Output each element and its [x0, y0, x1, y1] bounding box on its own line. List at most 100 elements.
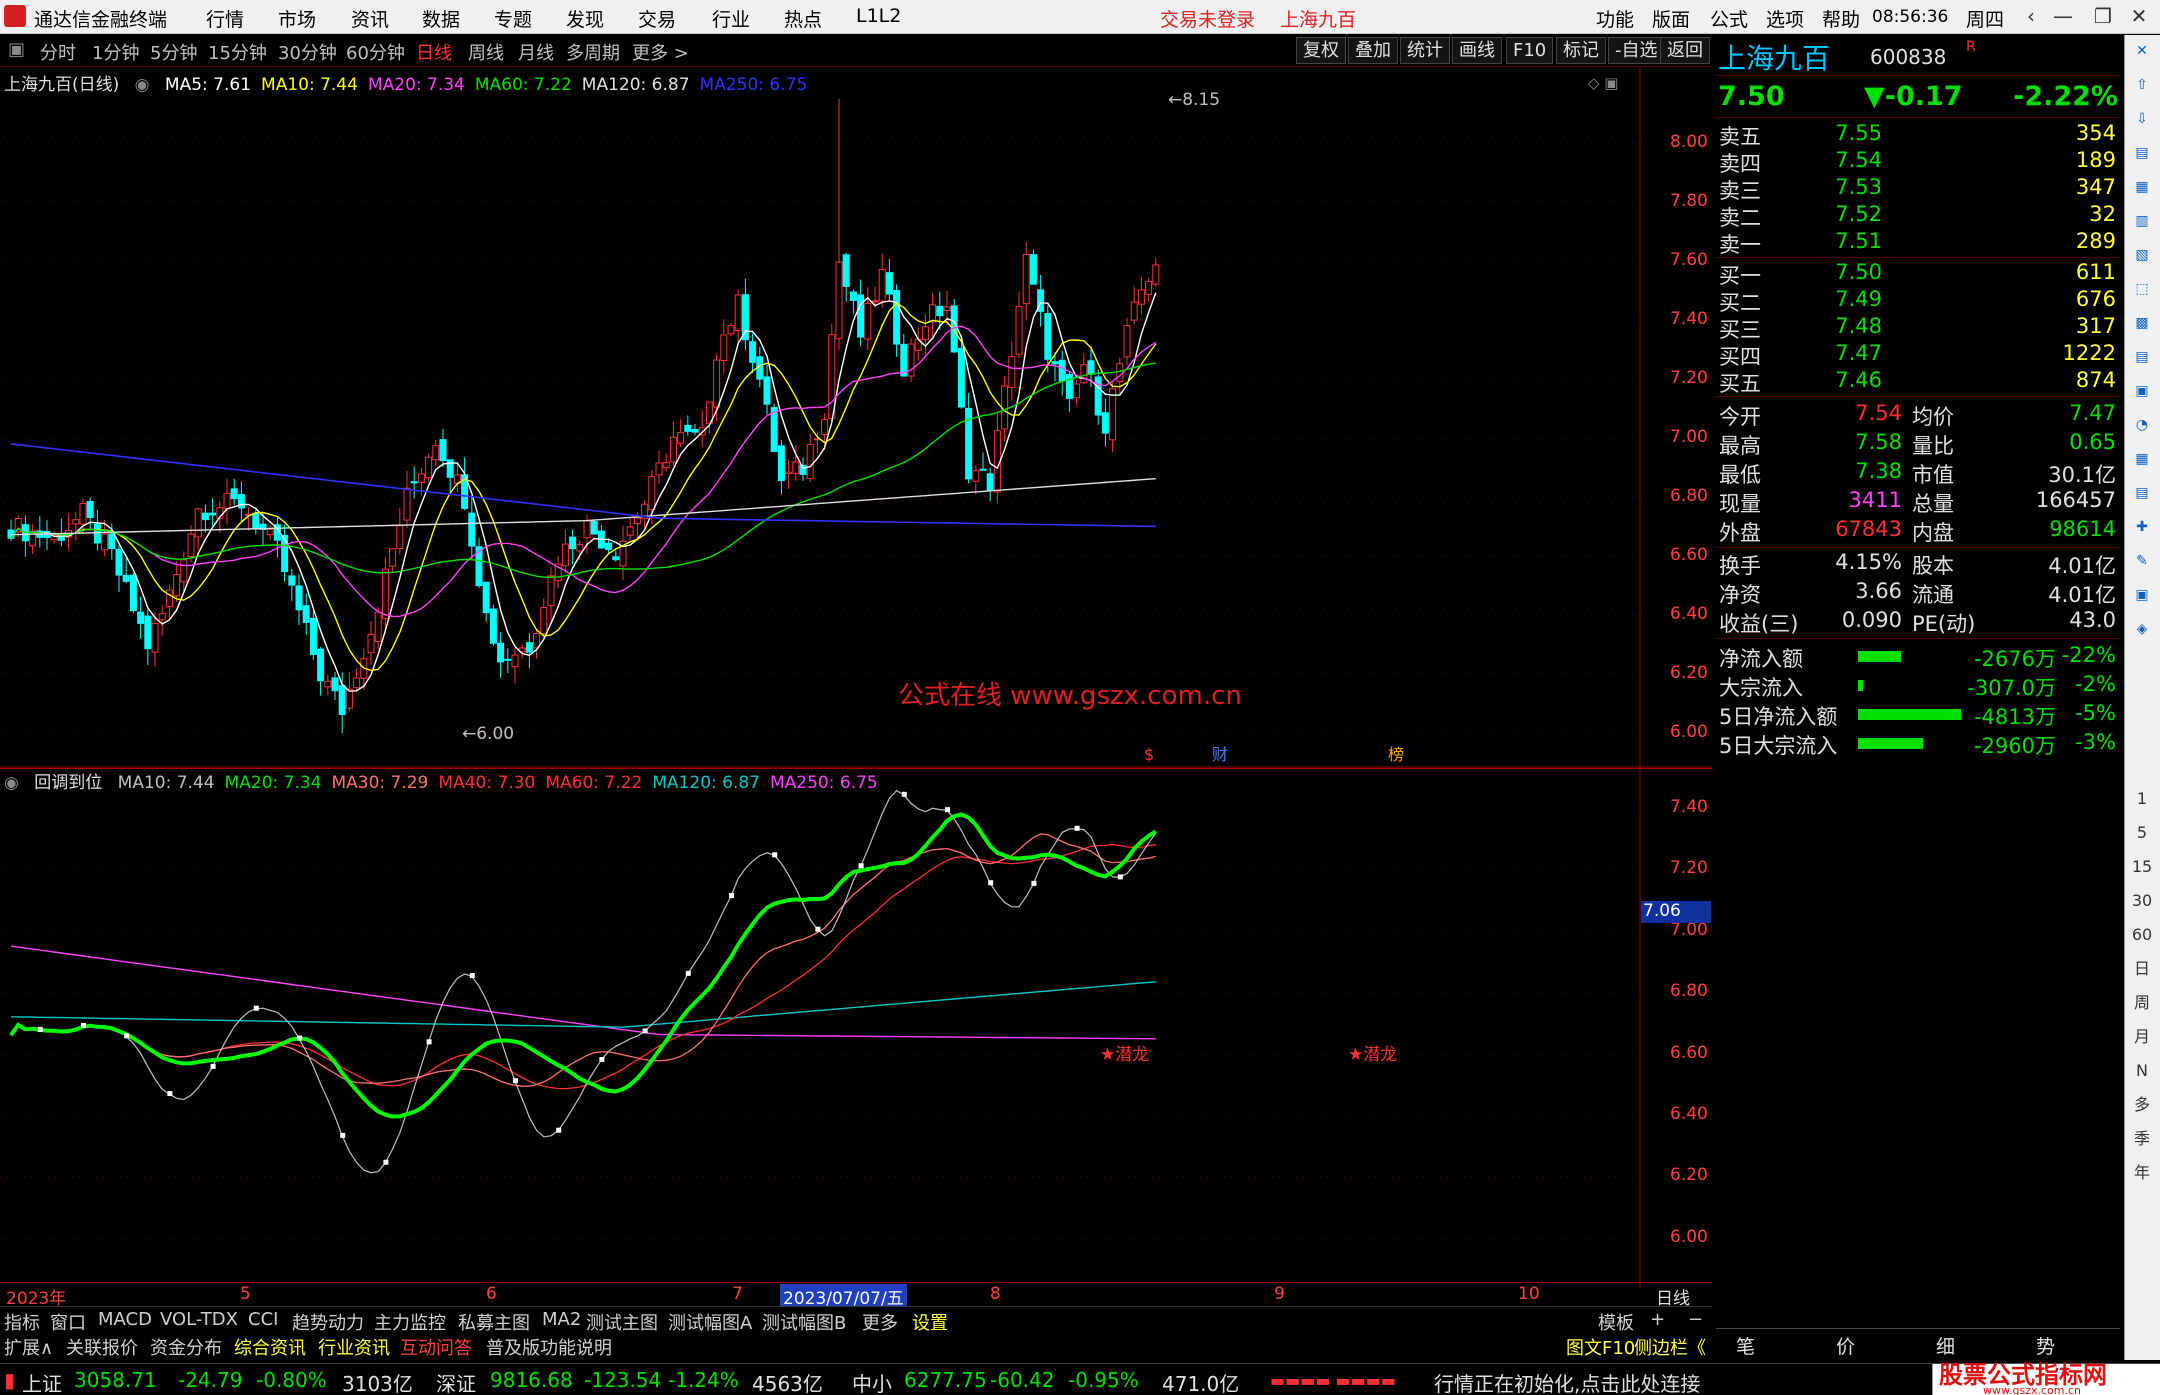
- tool-icon-13[interactable]: ▤: [2130, 481, 2154, 505]
- tool-icon-3[interactable]: ▤: [2130, 141, 2154, 165]
- bid-row[interactable]: 买一 7.50 611: [1716, 260, 2120, 288]
- toolbar-button-7[interactable]: 返回: [1660, 37, 1710, 64]
- tool-icon-2[interactable]: ⇩: [2130, 107, 2154, 131]
- cycle-button-6[interactable]: 周: [2130, 991, 2154, 1015]
- bid-row[interactable]: 买五 7.46 874: [1716, 368, 2120, 396]
- tool-icon-12[interactable]: ▦: [2130, 447, 2154, 471]
- cycle-button-3[interactable]: 30: [2130, 889, 2154, 913]
- toolbar-button-4[interactable]: F10: [1506, 37, 1554, 64]
- extension-tab-right-0[interactable]: 图文F10: [1566, 1334, 1635, 1360]
- ask-row[interactable]: 卖四 7.54 189: [1716, 148, 2120, 176]
- menu-item-0[interactable]: 行情: [206, 5, 244, 32]
- menu-right-item-2[interactable]: 公式: [1710, 5, 1748, 32]
- cycle-button-0[interactable]: 1: [2130, 787, 2154, 811]
- panel-toggle-icon[interactable]: ▣: [8, 39, 25, 60]
- tool-icon-0[interactable]: ✕: [2130, 39, 2154, 63]
- tool-icon-14[interactable]: ✚: [2130, 515, 2154, 539]
- menu-right-item-4[interactable]: 帮助: [1822, 5, 1860, 32]
- period-tab-3[interactable]: 15分钟: [208, 39, 267, 65]
- cycle-button-7[interactable]: 月: [2130, 1025, 2154, 1049]
- menu-item-2[interactable]: 资讯: [351, 5, 389, 32]
- period-tab-0[interactable]: 分时: [40, 39, 76, 65]
- indicator-chart[interactable]: ★潜龙 ★潜龙: [0, 768, 1712, 1288]
- toolbar-button-5[interactable]: 标记: [1556, 37, 1606, 64]
- menu-right-item-0[interactable]: 功能: [1596, 5, 1634, 32]
- cycle-button-5[interactable]: 日: [2130, 957, 2154, 981]
- tool-icon-6[interactable]: ▧: [2130, 243, 2154, 267]
- sz-index-name[interactable]: 深证: [436, 1368, 476, 1395]
- indicator-tab-4[interactable]: CCI: [248, 1309, 278, 1330]
- cycle-button-10[interactable]: 季: [2130, 1127, 2154, 1151]
- side-tab-3[interactable]: 势: [2036, 1332, 2055, 1359]
- menu-item-7[interactable]: 行业: [712, 5, 750, 32]
- ask-row[interactable]: 卖一 7.51 289: [1716, 229, 2120, 257]
- period-tab-4[interactable]: 30分钟: [278, 39, 337, 65]
- candlestick-chart[interactable]: ←8.15 ←6.00 公式在线 www.gszx.com.cn $ 财 榜 ◇ ▣: [0, 68, 1712, 768]
- ask-row[interactable]: 卖五 7.55 354: [1716, 121, 2120, 149]
- toolbar-button-3[interactable]: 画线: [1452, 37, 1502, 64]
- toolbar-button-1[interactable]: 叠加: [1348, 37, 1398, 64]
- extension-tab-2[interactable]: 资金分布: [150, 1334, 222, 1360]
- extension-tab-5[interactable]: 互动问答: [400, 1334, 472, 1360]
- period-tab-8[interactable]: 月线: [518, 39, 554, 65]
- cycle-button-2[interactable]: 15: [2130, 855, 2154, 879]
- tool-icon-7[interactable]: ⬚: [2130, 277, 2154, 301]
- menu-item-3[interactable]: 数据: [422, 5, 460, 32]
- menu-item-9[interactable]: L1L2: [856, 5, 901, 27]
- cycle-button-1[interactable]: 5: [2130, 821, 2154, 845]
- indicator-tab-right-2[interactable]: −: [1688, 1309, 1703, 1330]
- extension-tab-right-1[interactable]: 侧边栏《: [1634, 1334, 1706, 1360]
- tool-icon-17[interactable]: ◈: [2130, 617, 2154, 641]
- bid-row[interactable]: 买四 7.47 1222: [1716, 341, 2120, 369]
- close-icon[interactable]: ✕: [2126, 3, 2152, 29]
- extension-tab-6[interactable]: 普及版功能说明: [486, 1334, 612, 1360]
- minimize-icon[interactable]: —: [2050, 3, 2076, 29]
- tool-icon-8[interactable]: ▩: [2130, 311, 2154, 335]
- period-tab-1[interactable]: 1分钟: [92, 39, 139, 65]
- cycle-button-11[interactable]: 年: [2130, 1161, 2154, 1185]
- ask-row[interactable]: 卖二 7.52 32: [1716, 202, 2120, 230]
- extension-tab-3[interactable]: 综合资讯: [234, 1334, 306, 1360]
- login-status[interactable]: 交易未登录: [1160, 5, 1255, 32]
- connection-message[interactable]: 行情正在初始化,点击此处连接: [1434, 1368, 1700, 1395]
- tool-icon-4[interactable]: ▦: [2130, 175, 2154, 199]
- extension-tab-0[interactable]: 扩展∧: [4, 1334, 53, 1360]
- toolbar-button-2[interactable]: 统计: [1400, 37, 1450, 64]
- side-tab-2[interactable]: 细: [1936, 1332, 1955, 1359]
- period-tab-2[interactable]: 5分钟: [150, 39, 197, 65]
- period-tab-9[interactable]: 多周期: [566, 39, 620, 65]
- indicator-tab-8[interactable]: MA2: [542, 1309, 581, 1330]
- menu-right-item-1[interactable]: 版面: [1652, 5, 1690, 32]
- bid-row[interactable]: 买二 7.49 676: [1716, 287, 2120, 315]
- zx-index-name[interactable]: 中小: [852, 1368, 892, 1395]
- ask-row[interactable]: 卖三 7.53 347: [1716, 175, 2120, 203]
- settings-circle-icon[interactable]: ◉: [135, 75, 150, 95]
- menu-item-5[interactable]: 发现: [566, 5, 604, 32]
- menu-item-1[interactable]: 市场: [278, 5, 316, 32]
- tool-icon-15[interactable]: ✎: [2130, 549, 2154, 573]
- menu-item-4[interactable]: 专题: [494, 5, 532, 32]
- restore-icon[interactable]: ❐: [2090, 3, 2116, 29]
- sh-index-name[interactable]: 上证: [22, 1368, 62, 1395]
- side-tab-0[interactable]: 笔: [1736, 1332, 1755, 1359]
- period-tab-6[interactable]: 日线: [416, 39, 452, 65]
- extension-tab-4[interactable]: 行业资讯: [318, 1334, 390, 1360]
- menu-item-8[interactable]: 热点: [784, 5, 822, 32]
- bid-row[interactable]: 买三 7.48 317: [1716, 314, 2120, 342]
- toolbar-button-6[interactable]: -自选: [1608, 37, 1665, 64]
- tool-icon-9[interactable]: ▤: [2130, 345, 2154, 369]
- indicator-tab-3[interactable]: VOL-TDX: [160, 1309, 238, 1330]
- cycle-button-9[interactable]: 多: [2130, 1093, 2154, 1117]
- menu-item-6[interactable]: 交易: [638, 5, 676, 32]
- back-icon[interactable]: ‹: [2018, 3, 2044, 29]
- period-tab-5[interactable]: 60分钟: [346, 39, 405, 65]
- period-tab-7[interactable]: 周线: [468, 39, 504, 65]
- cycle-button-4[interactable]: 60: [2130, 923, 2154, 947]
- menu-right-item-3[interactable]: 选项: [1766, 5, 1804, 32]
- side-tab-1[interactable]: 价: [1836, 1332, 1855, 1359]
- extension-tab-1[interactable]: 关联报价: [66, 1334, 138, 1360]
- toolbar-button-0[interactable]: 复权: [1296, 37, 1346, 64]
- period-tab-10[interactable]: 更多 >: [632, 39, 689, 65]
- indicator-settings-icon[interactable]: ◉: [4, 773, 19, 793]
- cycle-button-8[interactable]: N: [2130, 1059, 2154, 1083]
